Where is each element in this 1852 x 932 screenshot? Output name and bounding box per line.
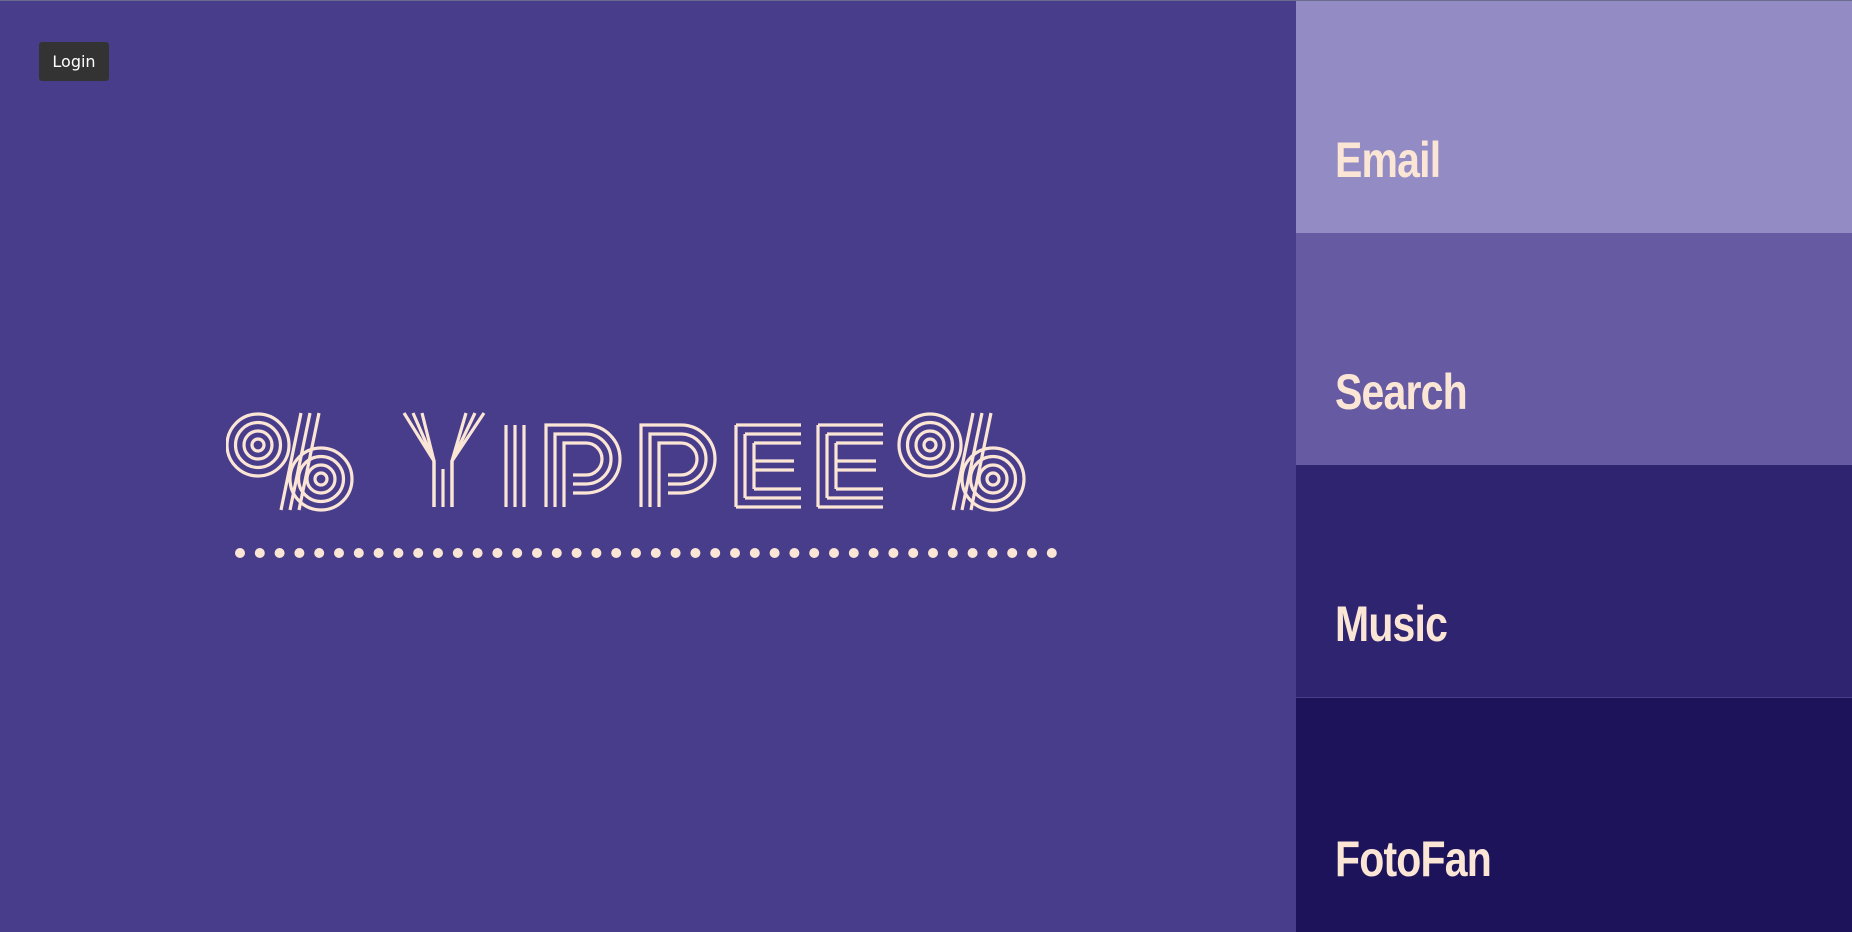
logo-graphic (226, 412, 1057, 558)
logo-dot (749, 548, 760, 558)
logo-dot (314, 548, 325, 558)
logo-dot (987, 548, 998, 558)
logo-dot (353, 548, 364, 558)
logo-dot (1007, 548, 1018, 558)
login-button[interactable]: Login (39, 42, 109, 81)
logo-letter-y (420, 412, 436, 507)
logo-dot (334, 548, 344, 558)
logo-dot (274, 548, 285, 558)
logo-dot (730, 548, 740, 558)
logo-dot (472, 548, 483, 558)
logo-percent-ring (905, 420, 955, 470)
logo-letter-p (657, 441, 699, 507)
logo-dot (631, 548, 641, 558)
logo-dot (1027, 548, 1037, 558)
tile-fotofan-label: FotoFan (1335, 831, 1492, 887)
tile-email-label: Email (1335, 132, 1441, 188)
logo-dot (670, 548, 681, 558)
tile-music[interactable]: Music (1296, 465, 1852, 697)
logo-percent-ring (313, 471, 329, 487)
logo-letter-y (411, 412, 436, 507)
logo-dot (710, 548, 721, 558)
logo-dot (809, 548, 820, 558)
logo-dot (888, 548, 899, 558)
logo-dot (848, 548, 859, 558)
logo-dot (254, 548, 265, 558)
logo-dot (868, 548, 879, 558)
main-panel: Login (0, 1, 1296, 931)
logo-dot (235, 548, 245, 558)
logo-dot (512, 548, 523, 558)
tile-fotofan[interactable]: FotoFan (1296, 698, 1852, 932)
tile-music-label: Music (1335, 596, 1448, 652)
yippee-logo (226, 407, 1066, 567)
tile-search-label: Search (1335, 364, 1468, 420)
logo-letter-p (562, 441, 604, 507)
logo-percent-ring (242, 429, 274, 461)
logo-dot (452, 548, 463, 558)
logo-dot (393, 548, 404, 558)
logo-percent-ring (977, 463, 1009, 495)
logo-percent-slash (969, 412, 993, 511)
logo-dot (928, 548, 938, 558)
logo-percent-ring (305, 463, 337, 495)
logo-dot (611, 548, 622, 558)
logo-dot (1046, 548, 1057, 558)
logo-dot (571, 548, 582, 558)
logo-dot (769, 548, 780, 558)
logo-percent-ring (914, 429, 946, 461)
logo-dot (433, 548, 443, 558)
logo-dot (690, 548, 701, 558)
logo-dot (829, 548, 839, 558)
logo-dot (294, 548, 305, 558)
logo-dot (532, 548, 542, 558)
logo-dot (650, 548, 661, 558)
logo-dot (413, 548, 424, 558)
logo-percent-ring (250, 437, 266, 453)
logo-dot (551, 548, 562, 558)
logo-dot (967, 548, 978, 558)
logo-percent-ring (233, 420, 283, 470)
tile-search[interactable]: Search (1296, 233, 1852, 465)
logo-percent-slash (297, 412, 321, 511)
logo-percent-ring (985, 471, 1001, 487)
logo-dot (373, 548, 384, 558)
logo-dot (492, 548, 503, 558)
tile-email[interactable]: Email (1296, 1, 1852, 233)
logo-dot (947, 548, 958, 558)
logo-dot (591, 548, 602, 558)
logo-percent-ring (922, 437, 938, 453)
logo-dot (908, 548, 919, 558)
logo-dot (789, 548, 800, 558)
app-sidebar: Email Search Music FotoFan (1296, 1, 1852, 932)
